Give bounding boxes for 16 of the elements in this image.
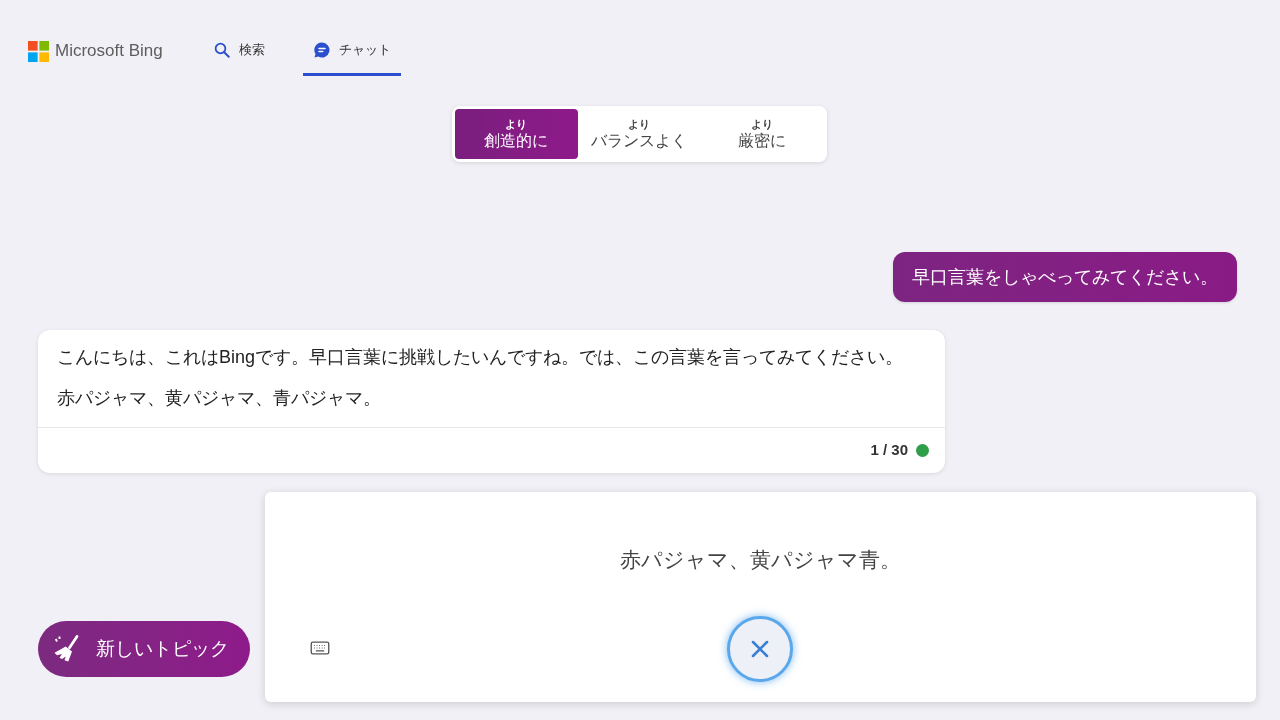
message-paragraph: こんにちは、これはBingです。早口言葉に挑戦したいんですね。では、この言葉を言ってみてください。 [57,346,905,369]
chat-tab[interactable]: チャット [302,26,401,76]
tone-option[interactable]: より 創造的に [454,109,578,159]
search-tab[interactable]: 検索 [202,26,275,76]
tone-option[interactable]: より バランスよく [577,109,701,159]
logo-text: Microsoft Bing [55,40,163,63]
chat-bubble-icon [312,40,331,59]
turn-counter: 1 / 30 [870,440,908,461]
tone-option[interactable]: より 厳密に [700,109,824,159]
speech-transcript: 赤パジャマ、黄パジャマ青。 [620,548,901,571]
user-message: 早口言葉をしゃべってみてください。 [893,252,1237,302]
logo-icon [28,40,49,62]
message-paragraph: 赤パジャマ、黄パジャマ、青パジャマ。 [57,387,382,410]
stop-button[interactable] [727,616,793,682]
search-icon [212,40,231,59]
new-topic-button[interactable]: 新しいトピック [38,621,250,677]
